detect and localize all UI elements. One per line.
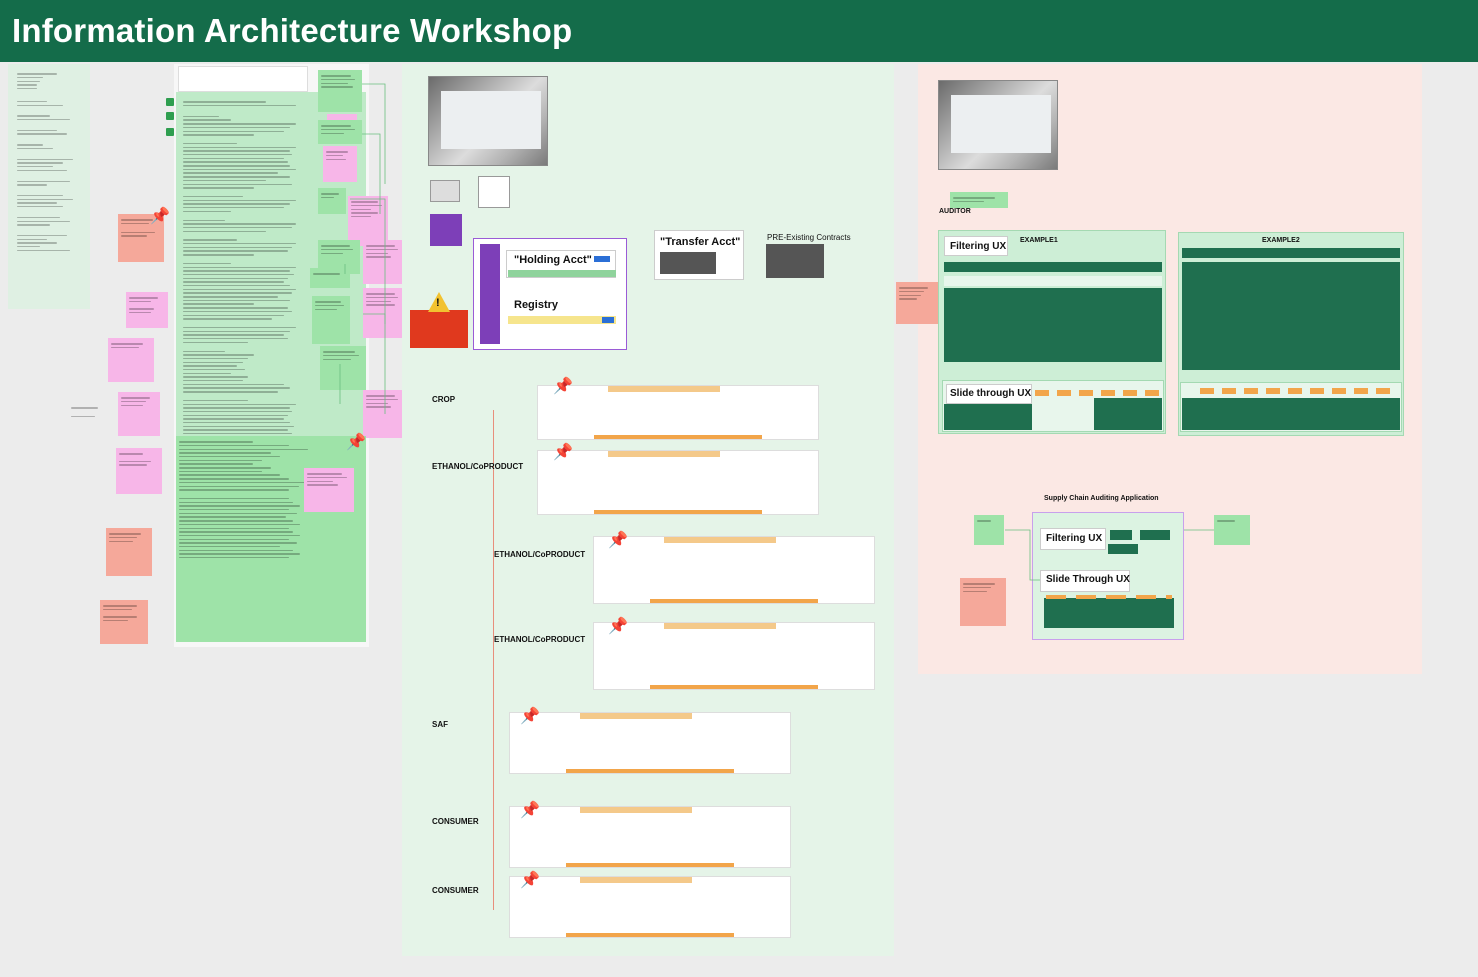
flow-table[interactable] [537, 450, 819, 515]
app-connectors [1005, 529, 1214, 581]
app-orange-chips [1046, 595, 1172, 599]
notes-text-block [14, 68, 86, 300]
warning-sticky[interactable] [410, 310, 468, 348]
sticky-note-pink[interactable] [116, 448, 162, 494]
holding-green-bar [508, 270, 616, 277]
flow-step-label: CONSUMER [432, 817, 479, 826]
holding-acct-label: "Holding Acct" [514, 254, 592, 266]
flow-table[interactable] [509, 712, 791, 774]
flow-step-label: ETHANOL/CoPRODUCT [494, 550, 586, 559]
filtering-ux-label: Filtering UX [950, 241, 1007, 252]
app-title: Supply Chain Auditing Application [1044, 495, 1159, 502]
flow-step-label: ETHANOL/CoPRODUCT [432, 462, 524, 471]
slide-through-cards[interactable] [944, 404, 1032, 430]
example1-grid[interactable] [944, 288, 1162, 362]
example1-light-row [944, 276, 1162, 286]
diagram-box[interactable] [430, 180, 460, 202]
pushpin-icon: 📌 [553, 444, 573, 461]
pushpin-icon: 📌 [553, 378, 573, 395]
pre-existing-box[interactable] [766, 244, 824, 278]
sticky-note-pink[interactable] [108, 338, 154, 382]
warning-exclamation: ! [436, 297, 440, 309]
pushpin-icon: 📌 [150, 208, 170, 225]
whiteboard-photo[interactable] [938, 80, 1058, 170]
whiteboard-canvas[interactable]: Information Architecture Workshop 📌 📌 "H… [0, 0, 1478, 977]
header-bar: Information Architecture Workshop [0, 0, 1478, 62]
pushpin-icon: 📌 [608, 618, 628, 635]
diagram-box[interactable] [478, 176, 510, 208]
transfer-dark-box[interactable] [660, 252, 716, 274]
flow-table[interactable] [593, 622, 875, 690]
holding-blue-chip[interactable] [594, 256, 610, 262]
example2-grid[interactable] [1182, 262, 1400, 370]
flow-step-label: ETHANOL/CoPRODUCT [494, 635, 586, 644]
sticky-note-pink[interactable] [126, 292, 168, 328]
checkbox-checked-icon[interactable] [166, 128, 174, 136]
pushpin-icon: 📌 [520, 802, 540, 819]
sticky-note-salmon[interactable] [896, 282, 938, 324]
slide-through-label: Slide through UX [950, 388, 1032, 399]
whiteboard-photo[interactable] [428, 76, 548, 166]
sticky-note-pink[interactable] [304, 468, 354, 512]
sticky-note-salmon[interactable] [100, 600, 148, 644]
sticky-note-green[interactable] [950, 192, 1008, 208]
pushpin-icon: 📌 [346, 434, 366, 451]
transfer-acct-label: "Transfer Acct" [660, 236, 741, 248]
flow-step-label: SAF [432, 720, 448, 729]
flow-table[interactable] [537, 385, 819, 440]
example2-label: EXAMPLE2 [1262, 237, 1300, 244]
sticky-note-green-large[interactable] [176, 436, 366, 642]
pre-existing-label: PRE-Existing Contracts [767, 233, 851, 242]
flow-table[interactable] [593, 536, 875, 604]
page-title: Information Architecture Workshop [12, 12, 573, 49]
sticky-note-pink[interactable] [118, 392, 160, 436]
annotation-text [68, 402, 108, 426]
auditor-label: AUDITOR [939, 208, 971, 215]
slide-cards-2[interactable] [1094, 398, 1162, 430]
app-slide-cards[interactable] [1044, 598, 1174, 628]
example2-orange-chips [1200, 388, 1398, 394]
checkbox-checked-icon[interactable] [166, 112, 174, 120]
purple-box[interactable] [430, 214, 462, 246]
pushpin-icon: 📌 [520, 872, 540, 889]
sticky-note-salmon[interactable] [106, 528, 152, 576]
doc-white-header [178, 66, 308, 92]
example2-slide-cards[interactable] [1182, 398, 1400, 430]
slide-orange-chips [1035, 390, 1161, 396]
flow-step-label: CROP [432, 395, 456, 404]
flow-connector [493, 410, 494, 910]
pushpin-icon: 📌 [608, 532, 628, 549]
example2-header-bar [1182, 248, 1400, 258]
registry-label: Registry [514, 299, 559, 311]
example1-label: EXAMPLE1 [1020, 237, 1058, 244]
pushpin-icon: 📌 [520, 708, 540, 725]
registry-sidebar [480, 244, 500, 344]
registry-blue-chip[interactable] [602, 317, 614, 323]
flow-table[interactable] [509, 876, 791, 938]
example1-header-bar [944, 262, 1162, 272]
registry-yellow-bar [508, 316, 616, 324]
flow-step-label: CONSUMER [432, 886, 479, 895]
flow-table[interactable] [509, 806, 791, 868]
checkbox-checked-icon[interactable] [166, 98, 174, 106]
